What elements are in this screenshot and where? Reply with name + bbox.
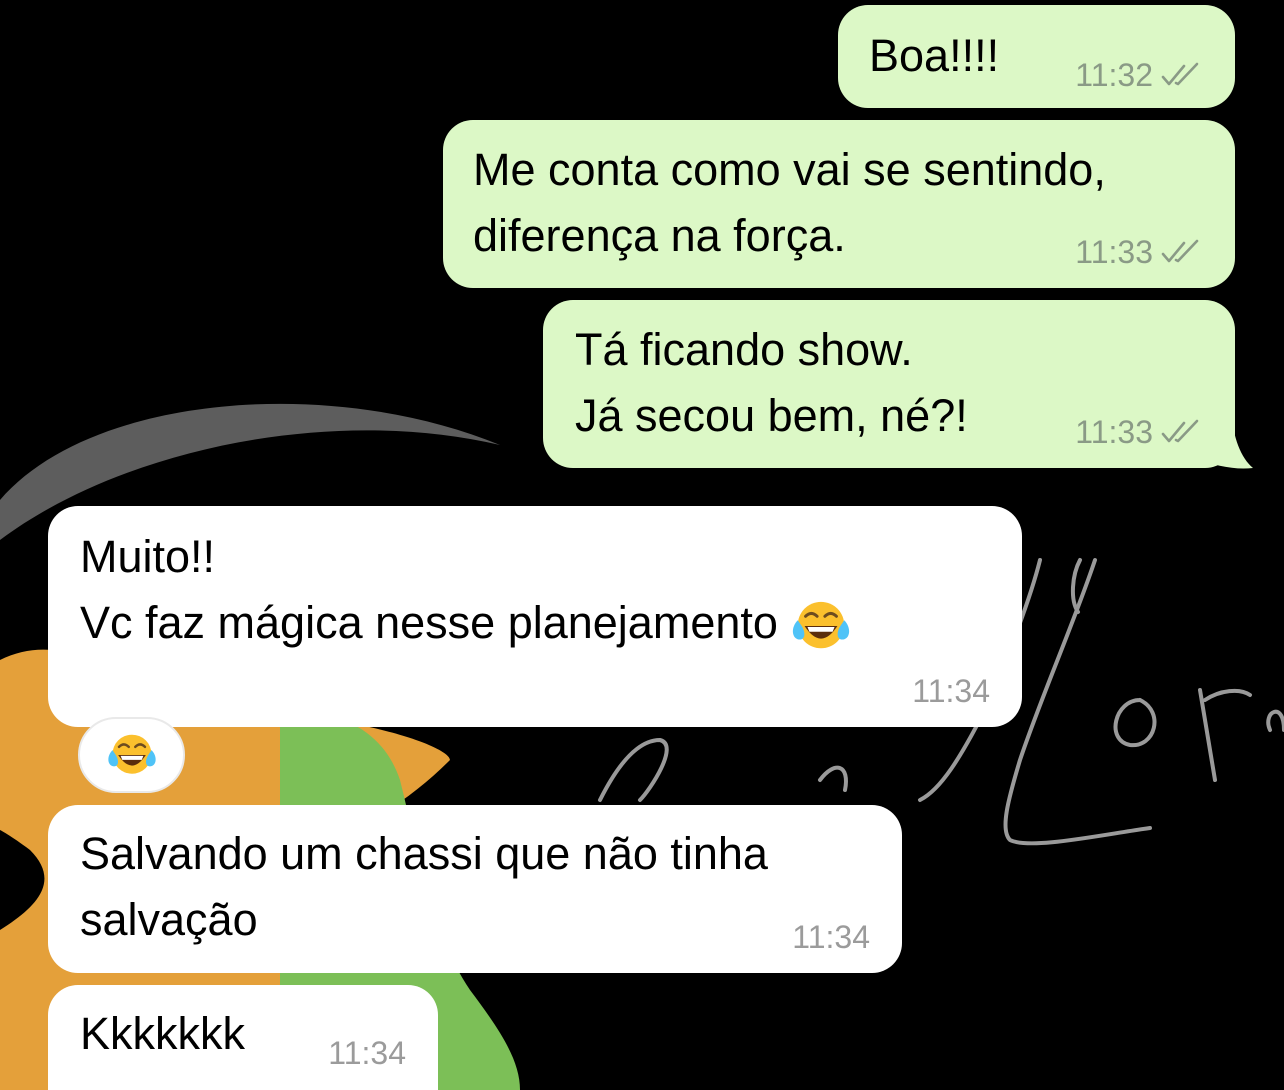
message-meta: 11:33	[1075, 234, 1203, 270]
message-text-line: diferença na força.	[473, 210, 846, 261]
message-time: 11:32	[1075, 57, 1153, 93]
message-time: 11:34	[792, 919, 870, 955]
outgoing-message[interactable]: Tá ficando show. Já secou bem, né?! 11:3…	[543, 300, 1235, 468]
message-time: 11:34	[328, 1035, 406, 1071]
message-meta: 11:33	[1075, 414, 1203, 450]
outgoing-message[interactable]: Me conta como vai se sentindo, diferença…	[443, 120, 1235, 288]
message-text-line: Tá ficando show.	[575, 324, 913, 375]
message-meta: 11:32	[1075, 57, 1203, 93]
double-check-icon	[1161, 419, 1199, 443]
incoming-message[interactable]: Kkkkkkk 11:34	[48, 985, 438, 1090]
incoming-message[interactable]: Salvando um chassi que não tinha salvaçã…	[48, 805, 902, 973]
double-check-icon	[1161, 62, 1199, 86]
tears-of-joy-emoji	[107, 734, 156, 774]
message-text-line: Já secou bem, né?!	[575, 390, 968, 441]
message-text-line: Muito!!	[80, 531, 216, 582]
message-time: 11:33	[1075, 234, 1153, 270]
outgoing-message[interactable]: Boa!!!! 11:32	[838, 5, 1235, 108]
reaction-badge[interactable]	[78, 717, 185, 793]
double-check-icon	[1161, 239, 1199, 263]
message-text-line: Salvando um chassi que não tinha	[80, 828, 768, 879]
message-meta: 11:34	[912, 673, 990, 709]
message-meta: 11:34	[792, 919, 870, 955]
message-text-line: salvação	[80, 894, 258, 945]
tears-of-joy-emoji	[793, 601, 850, 649]
message-time: 11:34	[912, 673, 990, 709]
message-text-line: Me conta como vai se sentindo,	[473, 144, 1106, 195]
message-text: Vc faz mágica nesse planejamento	[80, 597, 778, 648]
message-text: Boa!!!!	[869, 30, 1000, 81]
message-text-line: Kkkkkkk	[80, 1008, 246, 1059]
message-time: 11:33	[1075, 414, 1153, 450]
message-meta: 11:34	[328, 1035, 406, 1071]
message-text-line: Vc faz mágica nesse planejamento	[80, 590, 852, 656]
incoming-message[interactable]: Muito!! Vc faz mágica nesse planejamento…	[48, 506, 1022, 727]
